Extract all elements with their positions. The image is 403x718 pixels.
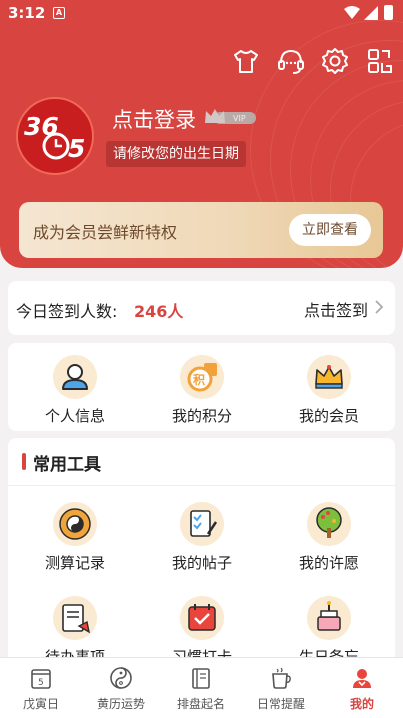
calc-records-item[interactable]: 测算记录 [10,494,140,574]
app-logo-avatar[interactable]: 36 5 [16,97,94,175]
points-glyph: 积 [193,372,205,387]
wifi-icon [344,6,360,19]
wish-tree-icon [307,502,351,546]
my-points-label: 我的积分 [171,407,232,425]
my-membership-item[interactable]: 我的会员 [264,347,394,427]
profile-header: 3:12 A 36 5 点击登录 VIP 请修改您的出生日期 成为会员尝鲜新特权… [0,0,403,268]
bagua-icon [53,502,97,546]
todo-icon [53,596,97,640]
tab-label: 排盘起名 [176,697,225,711]
checkin-label: 今日签到人数: [16,302,118,321]
my-posts-item[interactable]: 我的帖子 [137,494,267,574]
checkin-bar: 今日签到人数: 246人 点击签到 [8,281,395,335]
battery-icon [384,5,393,20]
calendar-check-icon [180,596,224,640]
habit-checkin-item[interactable]: 习惯打卡 [137,588,267,668]
crown-icon [307,355,351,399]
vip-crown-badge: VIP [205,109,256,124]
todo-item[interactable]: 待办事项 [10,588,140,668]
logo-digits-36: 36 [24,112,59,141]
tab-label: 黄历运势 [96,697,145,711]
calc-records-label: 测算记录 [44,554,105,572]
shirt-icon[interactable] [231,46,261,76]
profile-icon [353,669,371,688]
tab-reminders[interactable]: 日常提醒 [241,658,321,718]
tab-label: 日常提醒 [256,697,305,711]
checkin-count: 246人 [134,302,184,321]
my-wishes-label: 我的许愿 [298,554,359,572]
tab-mine[interactable]: 我的 [322,658,402,718]
notes-icon [180,502,224,546]
calendar-day-icon: 5 [31,669,51,689]
yin-yang-icon [110,667,132,689]
user-icon [53,355,97,399]
signal-icon [364,6,378,20]
personal-info-item[interactable]: 个人信息 [10,347,140,427]
logo-digit-5: 5 [68,134,85,163]
view-now-button[interactable]: 立即查看 [289,214,371,246]
status-time: 3:12 [8,4,46,22]
checkin-button[interactable]: 点击签到 [304,297,368,321]
logo-mark: 36 5 [23,104,91,172]
section-accent-bar [22,453,26,470]
divider [8,485,395,486]
vip-promo-card[interactable]: 成为会员尝鲜新特权 立即查看 [19,202,383,258]
settings-icon[interactable] [320,46,350,76]
birthday-memo-item[interactable]: 生日备忘 [264,588,394,668]
tools-title: 常用工具 [33,455,101,475]
cake-icon [307,596,351,640]
book-icon [192,668,210,689]
cup-icon [272,667,291,689]
quick-access-panel: 个人信息 积 我的积分 我的会员 [8,343,395,431]
tab-label: 我的 [349,697,374,711]
login-link[interactable]: 点击登录 [112,104,196,134]
tab-calendar-day[interactable]: 5 戊寅日 [1,658,81,718]
points-icon: 积 [180,355,224,399]
vip-promo-text: 成为会员尝鲜新特权 [33,223,178,242]
tab-almanac[interactable]: 黄历运势 [81,658,161,718]
personal-info-label: 个人信息 [44,407,105,425]
tab-naming[interactable]: 排盘起名 [161,658,241,718]
bottom-tab-bar: 5 戊寅日 黄历运势 排盘起名 日常提醒 我的 [0,657,403,718]
vip-badge-text: VIP [233,114,246,123]
scan-icon[interactable] [365,46,395,76]
my-points-item[interactable]: 积 我的积分 [137,347,267,427]
my-wishes-item[interactable]: 我的许愿 [264,494,394,574]
my-membership-label: 我的会员 [298,407,359,425]
notification-icon: A [53,7,65,19]
status-bar: 3:12 A [0,0,403,28]
headset-icon[interactable] [276,46,306,76]
tab-label: 戊寅日 [22,697,59,711]
edit-birth-date-tag[interactable]: 请修改您的出生日期 [106,141,246,167]
chevron-right-icon[interactable] [374,299,384,315]
my-posts-label: 我的帖子 [171,554,232,572]
calendar-day-number: 5 [38,678,44,688]
common-tools-panel: 常用工具 测算记录 我的帖子 我的许愿 [8,438,395,668]
